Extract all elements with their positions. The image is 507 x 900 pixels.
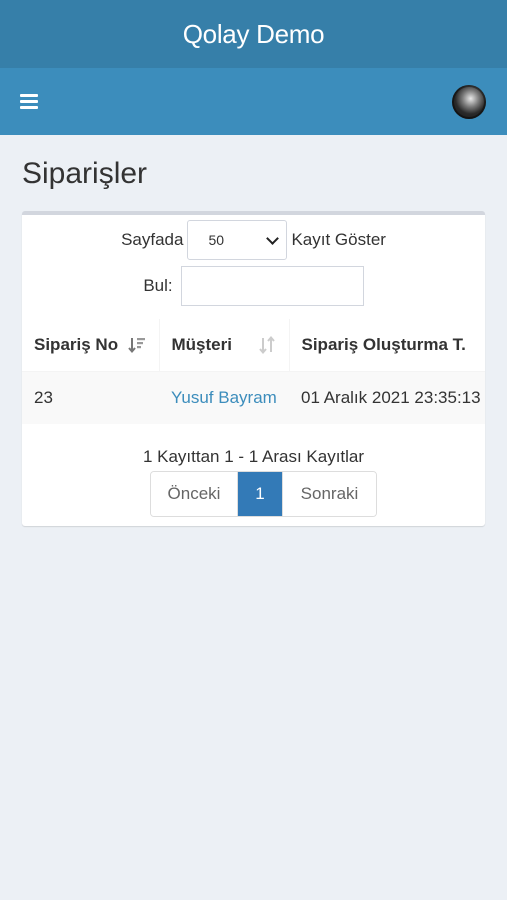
top-navbar (0, 68, 507, 135)
page-title: Siparişler (22, 157, 148, 190)
table-header-row: Sipariş No Müşteri Sipariş Oluşturma T. (22, 319, 485, 372)
cell-customer-link[interactable]: Yusuf Bayram (159, 372, 289, 425)
table-scroll-area[interactable]: Sipariş No Müşteri Sipariş Oluşturma T. … (22, 319, 485, 424)
pagination-prev-button[interactable]: Önceki (151, 472, 238, 516)
orders-box: Sayfada 50 Kayıt Göster Bul: Sipariş No (22, 211, 485, 526)
page-length-select[interactable]: 50 (187, 220, 288, 260)
orders-table: Sipariş No Müşteri Sipariş Oluşturma T. … (22, 319, 485, 424)
length-prefix-label: Sayfada (121, 230, 184, 249)
chevron-down-icon (266, 231, 280, 245)
pagination-page-1[interactable]: 1 (238, 472, 282, 516)
cell-order-no: 23 (34, 388, 53, 407)
cell-created-at: 01 Aralık 2021 23:35:13 (301, 388, 481, 407)
table-row: 23 Yusuf Bayram 01 Aralık 2021 23:35:13 (22, 371, 485, 425)
page-length-value: 50 (208, 232, 225, 248)
search-input[interactable] (180, 266, 364, 306)
page-length-control: Sayfada 50 Kayıt Göster (22, 219, 485, 261)
pagination-next-button[interactable]: Sonraki (282, 472, 376, 516)
column-header-customer[interactable]: Müşteri (159, 319, 290, 372)
user-avatar[interactable] (452, 84, 486, 119)
column-header-label: Sipariş No (34, 335, 119, 354)
sort-desc-active-icon (127, 338, 145, 354)
column-header-created-at[interactable]: Sipariş Oluşturma T. (289, 319, 485, 372)
search-label: Bul: (143, 276, 173, 295)
column-header-order-no[interactable]: Sipariş No (22, 319, 160, 372)
table-info-text: 1 Kayıttan 1 - 1 Arası Kayıtlar (142, 447, 365, 466)
hamburger-icon[interactable] (20, 94, 38, 109)
column-header-label: Müşteri (171, 335, 232, 354)
app-header: Qolay Demo (0, 0, 507, 68)
search-control: Bul: (22, 265, 485, 307)
length-suffix-label: Kayıt Göster (291, 230, 386, 249)
app-title: Qolay Demo (182, 18, 325, 49)
column-header-label: Sipariş Oluşturma T. (301, 335, 466, 354)
sort-both-icon (258, 335, 275, 355)
pagination: Önceki 1 Sonraki (150, 471, 377, 517)
